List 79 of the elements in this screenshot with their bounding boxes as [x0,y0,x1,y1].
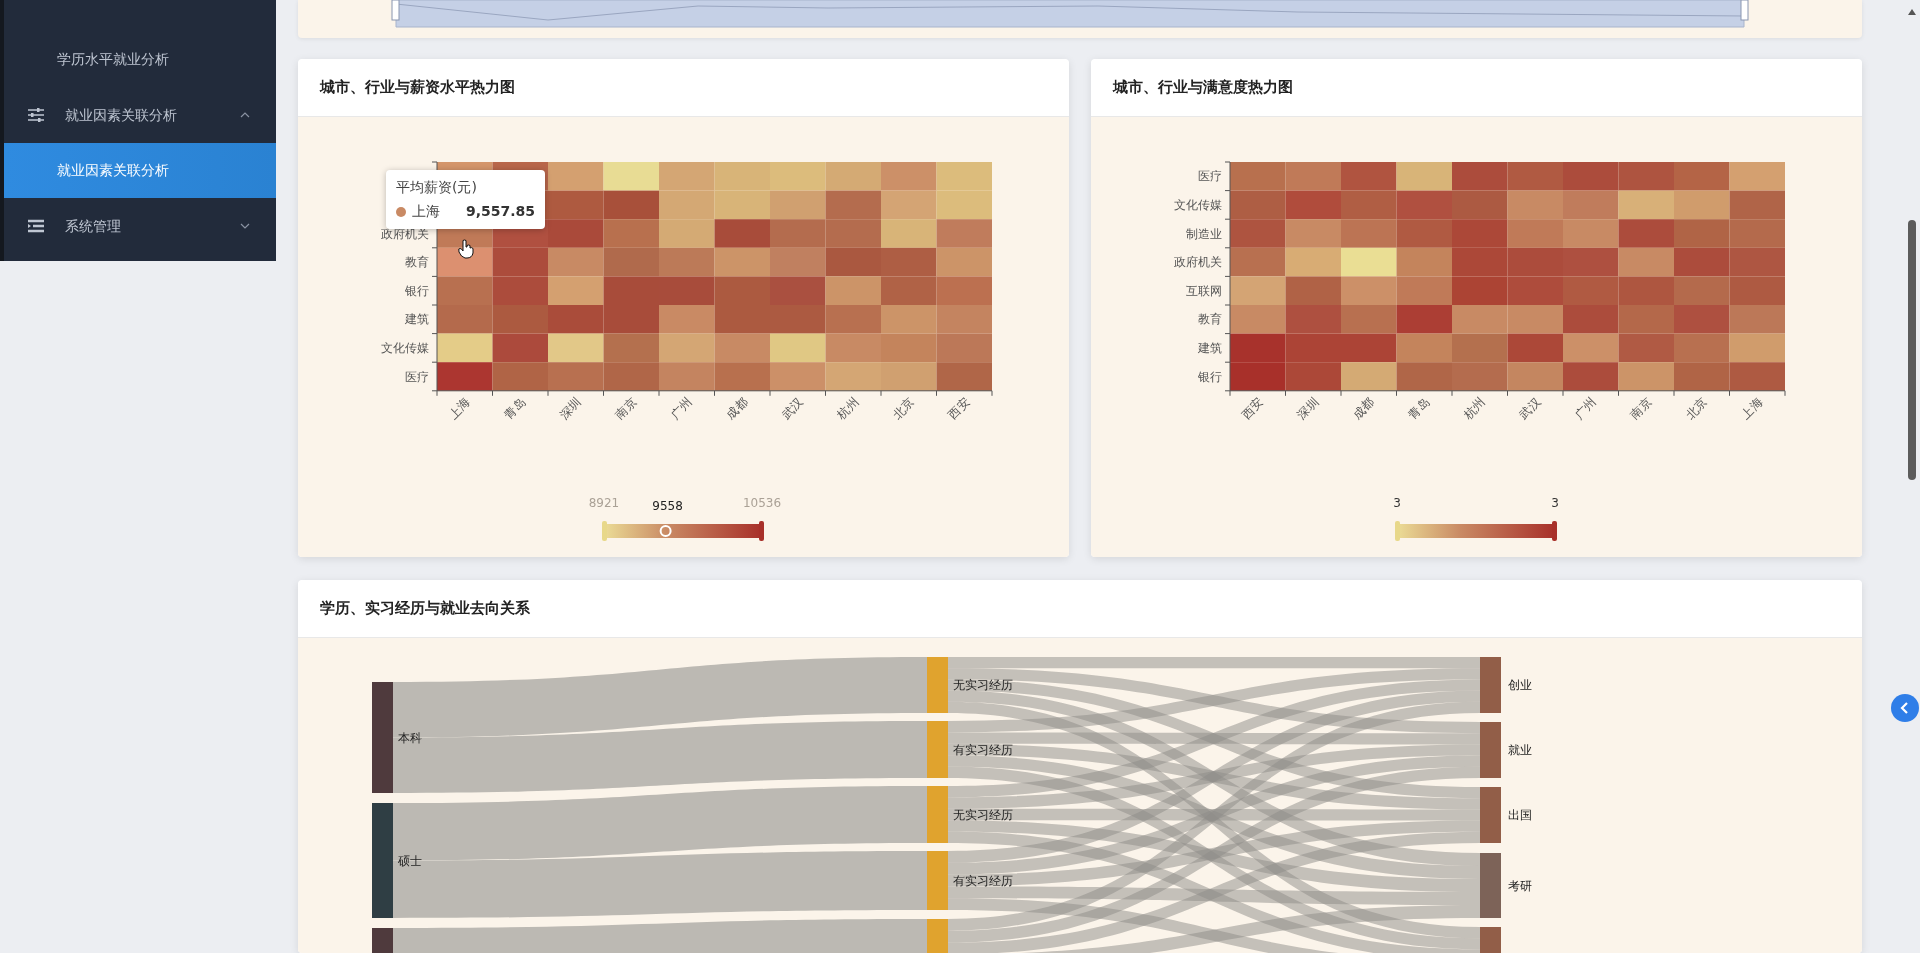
scale-end-handle[interactable] [1552,521,1557,541]
axis-label: 青岛 [1405,395,1433,422]
sankey-node [1480,722,1501,778]
scale-max-label: 3 [1551,496,1559,510]
scale-value-label: 9558 [652,499,683,513]
sankey-node [1480,853,1501,918]
axis-label: 制造业 [1186,226,1222,241]
axis-label: 南京 [612,395,640,422]
axis-label: 武汉 [1516,395,1544,422]
scale-end-handle[interactable] [602,521,607,541]
axis-label: 青岛 [501,395,529,422]
scale-max-label: 10536 [742,496,782,510]
axis-label: 杭州 [1461,395,1488,422]
collapse-button[interactable] [1891,694,1919,722]
axis-label: 银行 [405,283,429,298]
node-label: 无实习经历 [953,807,1013,822]
scale-min-label: 8921 [588,496,620,510]
chevron-left-icon [1900,702,1910,714]
axis-label: 西安 [1239,395,1266,422]
axis-label: 建筑 [405,312,429,327]
sliders-icon [28,108,44,122]
card-title: 城市、行业与薪资水平热力图 [320,77,515,99]
scrollbar-thumb[interactable] [1908,220,1916,480]
axis-label: 广州 [1572,395,1599,422]
scale-handle[interactable] [659,525,672,537]
sankey-node [1480,787,1501,843]
node-label: 无实习经历 [953,678,1013,692]
sidebar-item[interactable]: 就业因素关联分析 [4,143,276,198]
sankey-node [927,851,948,910]
axis-label: 深圳 [1294,395,1322,422]
scale-end-handle[interactable] [759,521,764,541]
axis-label: 政府机关 [1174,255,1222,270]
sidebar-item[interactable]: 学历水平就业分析 [4,31,276,87]
axis-label: 互联网 [1186,283,1222,298]
axis-label: 政府机关 [381,226,429,241]
axis-label: 教育 [405,255,429,270]
series-label: 上海 [412,202,440,221]
sidebar-group[interactable]: 系统管理 [4,198,276,254]
axis-label: 上海 [1738,395,1766,422]
tooltip-title: 平均薪资(元) [396,178,478,197]
hand-cursor-icon [458,239,474,259]
axis-label: 上海 [446,395,473,422]
scale-min-label: 3 [1393,496,1401,510]
axis-label: 教育 [1198,312,1222,327]
axis-label: 文化传媒 [1174,197,1222,212]
axis-label: 北京 [1683,395,1710,422]
node-label: 本科 [398,730,422,745]
scroll-up-arrow-icon[interactable] [1907,8,1917,16]
card-title: 城市、行业与满意度热力图 [1113,77,1293,99]
axis-label: 建筑 [1198,340,1222,355]
axis-label: 西安 [945,395,973,422]
axis-label: 银行 [1198,369,1222,384]
sankey-node [927,721,948,778]
axis-label: 成都 [1350,395,1377,422]
node-label: 就业 [1508,743,1532,757]
axis-label: 医疗 [405,369,429,384]
axis-label: 文化传媒 [381,340,429,355]
axis-label: 武汉 [779,395,806,422]
value-label: 9,557.85 [465,202,535,221]
node-label: 考研 [1508,878,1532,893]
axis-label: 医疗 [1198,169,1222,184]
axis-label: 成都 [723,395,751,422]
sidebar-group[interactable]: 就业因素关联分析 [4,87,276,143]
node-label: 出国 [1508,808,1532,822]
node-label: 创业 [1508,678,1532,692]
axis-label: 杭州 [834,395,862,422]
node-label: 有实习经历 [953,873,1013,888]
axis-label: 广州 [668,395,695,422]
list-icon [28,219,44,233]
scale-end-handle[interactable] [1395,521,1400,541]
node-label: 有实习经历 [953,742,1013,757]
node-label: 硕士 [398,853,422,868]
sankey-node [927,657,948,713]
sankey-node [927,786,948,843]
sankey-node [1480,657,1501,713]
axis-label: 南京 [1627,395,1655,422]
card-title: 学历、实习经历与就业去向关系 [320,598,530,620]
axis-label: 深圳 [557,395,584,422]
axis-label: 北京 [890,395,917,422]
